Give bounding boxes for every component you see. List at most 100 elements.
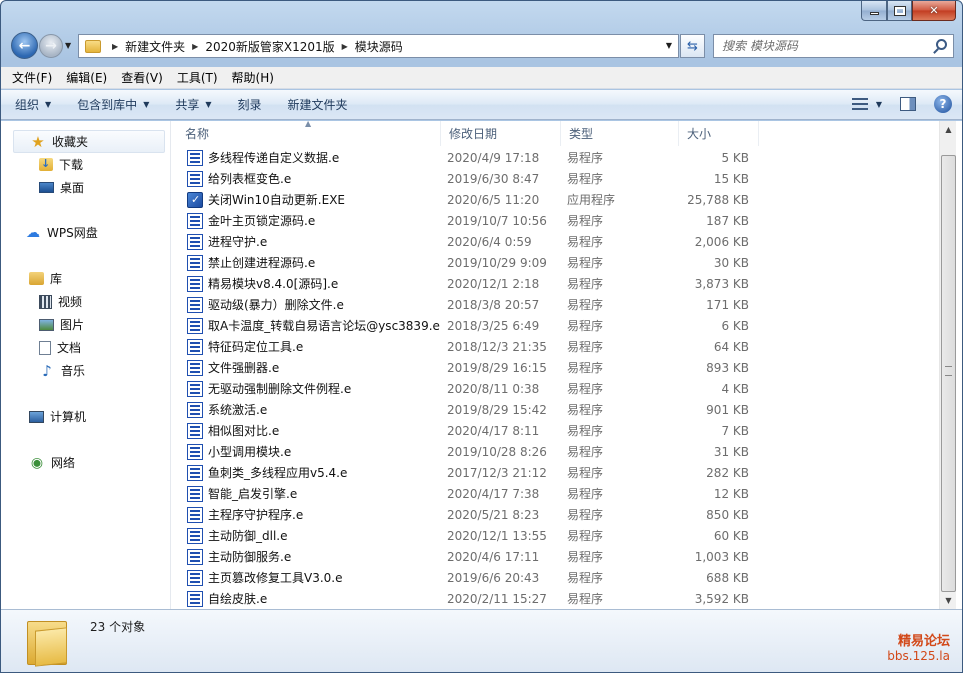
- file-name-cell[interactable]: 自绘皮肤.e: [177, 590, 441, 607]
- chevron-down-icon: ▼: [143, 100, 150, 109]
- file-row[interactable]: 禁止创建进程源码.e 2019/10/29 9:09 易程序 30 KB: [177, 252, 777, 273]
- maximize-button[interactable]: [887, 1, 912, 21]
- file-name-cell[interactable]: 取A卡温度_转载自易语言论坛@ysc3839.e: [177, 317, 441, 334]
- scroll-up-icon[interactable]: ▲: [940, 121, 957, 138]
- column-header-size[interactable]: 大小: [679, 121, 759, 146]
- view-options-icon[interactable]: [851, 98, 868, 110]
- file-name-cell[interactable]: 多线程传递自定义数据.e: [177, 149, 441, 166]
- help-icon[interactable]: ?: [934, 95, 952, 113]
- file-name-cell[interactable]: 金叶主页锁定源码.e: [177, 212, 441, 229]
- breadcrumb-separator-icon[interactable]: ▶: [192, 42, 198, 51]
- chevron-down-icon[interactable]: ▼: [666, 41, 672, 50]
- scrollbar-thumb[interactable]: [941, 155, 956, 592]
- file-name-cell[interactable]: 系统激活.e: [177, 401, 441, 418]
- sidebar-item-wps-drive[interactable]: ☁ WPS网盘: [1, 221, 171, 244]
- menu-file[interactable]: 文件(F): [12, 69, 52, 86]
- recent-pages-dropdown[interactable]: ▼: [65, 41, 71, 50]
- file-name-cell[interactable]: 特征码定位工具.e: [177, 338, 441, 355]
- menu-edit[interactable]: 编辑(E): [66, 69, 107, 86]
- forward-button[interactable]: →: [39, 34, 63, 58]
- file-name-cell[interactable]: 智能_启发引擎.e: [177, 485, 441, 502]
- sidebar-item-favorites[interactable]: ★ 收藏夹: [13, 130, 165, 153]
- chevron-down-icon[interactable]: ▼: [876, 100, 882, 109]
- file-name-cell[interactable]: 主动防御服务.e: [177, 548, 441, 565]
- file-row[interactable]: 主动防御_dll.e 2020/12/1 13:55 易程序 60 KB: [177, 525, 777, 546]
- menu-tools[interactable]: 工具(T): [177, 69, 218, 86]
- file-name-cell[interactable]: 相似图对比.e: [177, 422, 441, 439]
- file-row[interactable]: 进程守护.e 2020/6/4 0:59 易程序 2,006 KB: [177, 231, 777, 252]
- close-button[interactable]: ✕: [912, 1, 956, 21]
- file-row[interactable]: 主动防御服务.e 2020/4/6 17:11 易程序 1,003 KB: [177, 546, 777, 567]
- file-size: 688 KB: [706, 570, 749, 585]
- search-icon[interactable]: [936, 39, 947, 50]
- sidebar-item-computer[interactable]: 计算机: [1, 405, 171, 428]
- file-name-cell[interactable]: 驱动级(暴力）删除文件.e: [177, 296, 441, 313]
- include-in-library-button[interactable]: 包含到库中 ▼: [77, 96, 149, 113]
- file-name-cell[interactable]: 精易模块v8.4.0[源码].e: [177, 275, 441, 292]
- file-row[interactable]: 小型调用模块.e 2019/10/28 8:26 易程序 31 KB: [177, 441, 777, 462]
- file-row[interactable]: 特征码定位工具.e 2018/12/3 21:35 易程序 64 KB: [177, 336, 777, 357]
- file-name-cell[interactable]: 小型调用模块.e: [177, 443, 441, 460]
- preview-pane-icon[interactable]: [900, 97, 916, 111]
- sidebar-item-pictures[interactable]: 图片: [1, 313, 171, 336]
- sidebar-item-downloads[interactable]: 下载: [1, 153, 171, 176]
- breadcrumb-separator-icon[interactable]: ▶: [112, 42, 118, 51]
- sidebar-item-videos[interactable]: 视频: [1, 290, 171, 313]
- file-row[interactable]: 智能_启发引擎.e 2020/4/17 7:38 易程序 12 KB: [177, 483, 777, 504]
- file-name-cell[interactable]: 文件强删器.e: [177, 359, 441, 376]
- scroll-down-icon[interactable]: ▼: [940, 592, 957, 609]
- file-name-cell[interactable]: 禁止创建进程源码.e: [177, 254, 441, 271]
- file-row[interactable]: 鱼刺类_多线程应用v5.4.e 2017/12/3 21:12 易程序 282 KB: [177, 462, 777, 483]
- refresh-button[interactable]: ⇆: [680, 34, 705, 58]
- file-name-cell[interactable]: 关闭Win10自动更新.EXE: [177, 191, 441, 208]
- file-row[interactable]: 多线程传递自定义数据.e 2020/4/9 17:18 易程序 5 KB: [177, 147, 777, 168]
- sidebar-item-documents[interactable]: 文档: [1, 336, 171, 359]
- file-row[interactable]: 自绘皮肤.e 2020/2/11 15:27 易程序 3,592 KB: [177, 588, 777, 609]
- file-row[interactable]: 相似图对比.e 2020/4/17 8:11 易程序 7 KB: [177, 420, 777, 441]
- search-input[interactable]: [722, 39, 922, 53]
- file-name-cell[interactable]: 无驱动强制删除文件例程.e: [177, 380, 441, 397]
- column-header-date[interactable]: 修改日期: [441, 121, 561, 146]
- file-row[interactable]: 取A卡温度_转载自易语言论坛@ysc3839.e 2018/3/25 6:49 易程…: [177, 315, 777, 336]
- file-name-cell[interactable]: 给列表框变色.e: [177, 170, 441, 187]
- menu-help[interactable]: 帮助(H): [232, 69, 274, 86]
- file-row[interactable]: 关闭Win10自动更新.EXE 2020/6/5 11:20 应用程序 25,788 …: [177, 189, 777, 210]
- file-name-cell[interactable]: 主动防御_dll.e: [177, 527, 441, 544]
- file-row[interactable]: 驱动级(暴力）删除文件.e 2018/3/8 20:57 易程序 171 KB: [177, 294, 777, 315]
- address-bar[interactable]: ▶ 新建文件夹 ▶ 2020新版管家X1201版 ▶ 模块源码 ▼: [78, 34, 679, 58]
- file-row[interactable]: 无驱动强制删除文件例程.e 2020/8/11 0:38 易程序 4 KB: [177, 378, 777, 399]
- menu-view[interactable]: 查看(V): [121, 69, 163, 86]
- file-row[interactable]: 金叶主页锁定源码.e 2019/10/7 10:56 易程序 187 KB: [177, 210, 777, 231]
- file-row[interactable]: 给列表框变色.e 2019/6/30 8:47 易程序 15 KB: [177, 168, 777, 189]
- column-header-type[interactable]: 类型: [561, 121, 679, 146]
- sidebar-item-libraries[interactable]: 库: [1, 267, 171, 290]
- file-row[interactable]: 系统激活.e 2019/8/29 15:42 易程序 901 KB: [177, 399, 777, 420]
- file-name-cell[interactable]: 主程序守护程序.e: [177, 506, 441, 523]
- music-icon: ♪: [42, 361, 52, 380]
- breadcrumb-item[interactable]: 新建文件夹: [125, 38, 185, 55]
- file-row[interactable]: 主程序守护程序.e 2020/5/21 8:23 易程序 850 KB: [177, 504, 777, 525]
- file-row[interactable]: 主页篡改修复工具V3.0.e 2019/6/6 20:43 易程序 688 KB: [177, 567, 777, 588]
- file-row[interactable]: 文件强删器.e 2019/8/29 16:15 易程序 893 KB: [177, 357, 777, 378]
- file-name-cell[interactable]: 进程守护.e: [177, 233, 441, 250]
- breadcrumb-item[interactable]: 模块源码: [355, 38, 403, 55]
- organize-button[interactable]: 组织 ▼: [15, 96, 51, 113]
- burn-button[interactable]: 刻录: [238, 96, 262, 113]
- minimize-button[interactable]: [861, 1, 887, 21]
- new-folder-button[interactable]: 新建文件夹: [288, 96, 348, 113]
- file-row[interactable]: 精易模块v8.4.0[源码].e 2020/12/1 2:18 易程序 3,873 K…: [177, 273, 777, 294]
- column-header-name[interactable]: ▲ 名称: [177, 119, 441, 146]
- sidebar-item-music[interactable]: ♪ 音乐: [1, 359, 171, 382]
- sidebar-item-network[interactable]: ◉ 网络: [1, 451, 171, 474]
- back-button[interactable]: ←: [11, 32, 38, 59]
- vertical-scrollbar[interactable]: ▲ ▼: [939, 121, 956, 609]
- file-name-cell[interactable]: 鱼刺类_多线程应用v5.4.e: [177, 464, 441, 481]
- caption-buttons: ✕: [861, 1, 956, 21]
- breadcrumb-separator-icon[interactable]: ▶: [342, 42, 348, 51]
- breadcrumb-item[interactable]: 2020新版管家X1201版: [205, 38, 334, 55]
- file-name-cell[interactable]: 主页篡改修复工具V3.0.e: [177, 569, 441, 586]
- desktop-icon: [39, 182, 54, 193]
- sidebar-item-desktop[interactable]: 桌面: [1, 176, 171, 199]
- share-button[interactable]: 共享 ▼: [175, 96, 211, 113]
- refresh-icon: ⇆: [687, 38, 698, 54]
